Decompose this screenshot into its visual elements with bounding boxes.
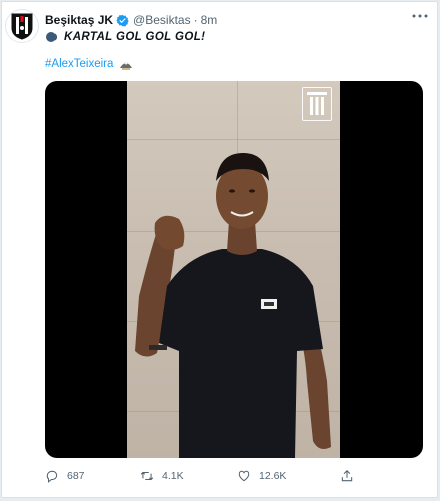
hashtag-link[interactable]: #AlexTeixeira [45,58,113,70]
tweet-actions: 687 4.1K 12.6K [45,467,425,485]
tweet-timestamp[interactable]: 8m [201,13,218,27]
avatar[interactable] [5,9,39,43]
separator-dot: · [193,13,198,27]
speaking-head-icon [46,32,58,42]
retweet-button[interactable]: 4.1K [140,469,237,483]
reply-button[interactable]: 687 [45,469,140,483]
hashtag-line: #AlexTeixeira [45,56,133,72]
more-options-icon[interactable] [411,8,429,26]
retweet-icon [140,471,154,481]
reply-count: 687 [67,470,85,482]
video-frame [127,81,340,458]
author-name[interactable]: Beşiktaş JK [45,13,113,27]
besiktas-crest-icon [11,13,33,40]
retweet-count: 4.1K [162,470,184,482]
person-figure [135,153,331,458]
verified-badge-icon [116,14,129,26]
tweet-card[interactable]: Beşiktaş JK @Besiktas · 8m KARTAL GOL GO… [1,1,438,498]
share-icon [341,470,353,482]
author-handle[interactable]: @Besiktas [133,13,191,27]
reply-icon [46,470,58,483]
tweet-header: Beşiktaş JK @Besiktas · 8m [45,11,429,29]
like-button[interactable]: 12.6K [237,469,340,483]
tweet-text: KARTAL GOL GOL GOL! [45,29,205,45]
eagle-emoji-icon [120,61,133,70]
tweet-text-content: KARTAL GOL GOL GOL! [64,31,206,43]
like-count: 12.6K [259,470,287,482]
video-player[interactable] [45,81,423,458]
share-button[interactable] [340,469,362,483]
heart-icon [238,470,250,482]
besiktas-crest-icon [302,87,332,121]
